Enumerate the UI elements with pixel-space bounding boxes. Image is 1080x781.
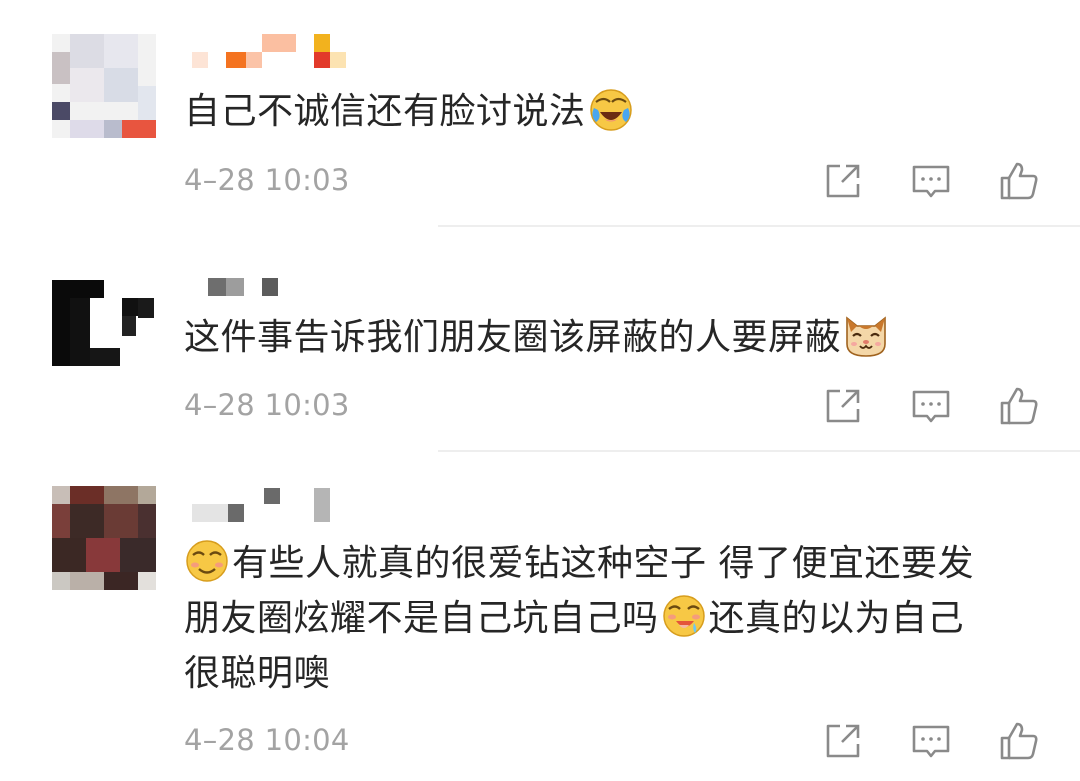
- comment-icon[interactable]: [910, 160, 952, 202]
- comment-text: 自己不诚信还有脸讨说法: [184, 84, 1064, 139]
- avatar[interactable]: [52, 262, 156, 366]
- cat-face-emoji: [846, 316, 886, 357]
- comment-item: 自己不诚信还有脸讨说法 4–28 10:03: [0, 0, 1080, 228]
- timestamp: 4–28 10:04: [184, 723, 350, 757]
- comment-actions: [820, 160, 1040, 204]
- timestamp: 4–28 10:03: [184, 388, 350, 422]
- thumbs-up-icon[interactable]: [998, 720, 1040, 762]
- drooling-emoji: [662, 595, 705, 637]
- timestamp: 4–28 10:03: [184, 163, 350, 197]
- share-icon[interactable]: [822, 160, 864, 202]
- comment-text: 有些人就真的很爱钻这种空子 得了便宜还要发 朋友圈炫耀不是自己坑自己吗 还真的以…: [184, 536, 1064, 701]
- comment-item: 有些人就真的很爱钻这种空子 得了便宜还要发 朋友圈炫耀不是自己坑自己吗 还真的以…: [0, 452, 1080, 781]
- thumbs-up-icon[interactable]: [998, 160, 1040, 202]
- crying-laughing-emoji: [589, 89, 632, 131]
- comment-text: 这件事告诉我们朋友圈该屏蔽的人要屏蔽: [184, 310, 1064, 365]
- username-redacted[interactable]: [190, 486, 390, 526]
- comment-actions: [820, 720, 1040, 764]
- avatar[interactable]: [52, 34, 156, 138]
- divider: [438, 225, 1080, 227]
- avatar[interactable]: [52, 486, 156, 590]
- comment-actions: [820, 385, 1040, 429]
- smirk-emoji: [186, 540, 228, 582]
- username-redacted[interactable]: [190, 34, 390, 74]
- comment-icon[interactable]: [910, 720, 952, 762]
- share-icon[interactable]: [822, 385, 864, 427]
- share-icon[interactable]: [822, 720, 864, 762]
- comment-icon[interactable]: [910, 385, 952, 427]
- comment-item: 这件事告诉我们朋友圈该屏蔽的人要屏蔽 4–28 10:03: [0, 228, 1080, 452]
- thumbs-up-icon[interactable]: [998, 385, 1040, 427]
- username-redacted[interactable]: [190, 262, 390, 302]
